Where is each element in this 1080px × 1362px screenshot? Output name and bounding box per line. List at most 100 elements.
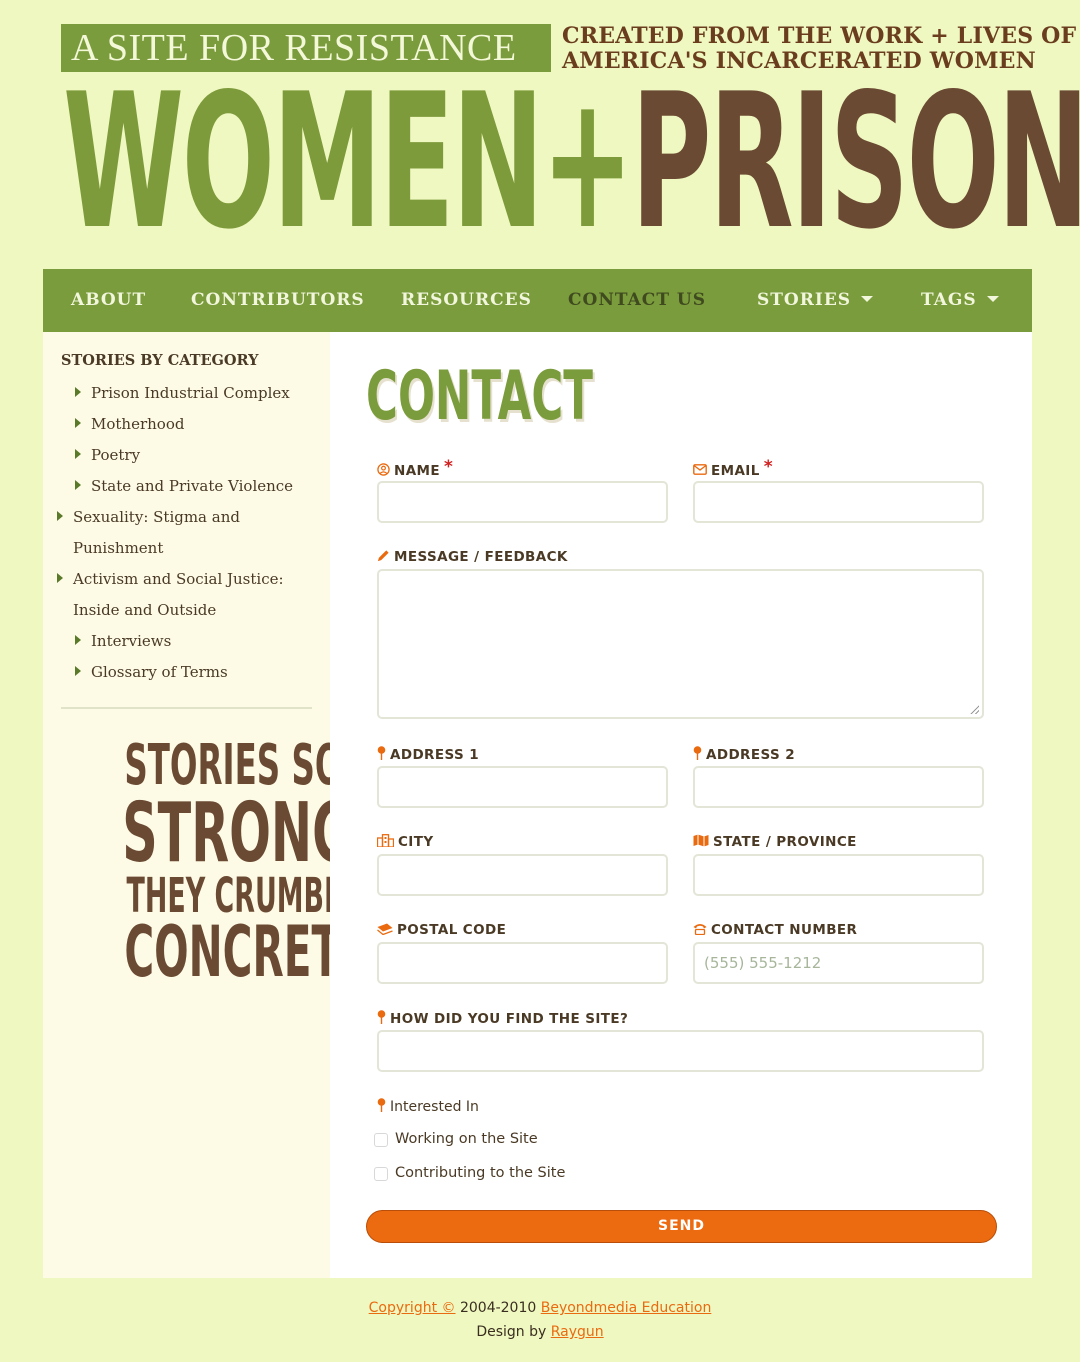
category-label: Motherhood bbox=[91, 415, 185, 433]
category-link[interactable]: Prison Industrial Complex bbox=[73, 378, 313, 409]
found-site-input[interactable] bbox=[377, 1030, 984, 1072]
address1-input[interactable] bbox=[377, 766, 668, 808]
stories-quote-graphic: STORIES SO STRONG THEY CRUMBLE CONCRETE bbox=[79, 737, 367, 993]
address2-label-text: ADDRESS 2 bbox=[706, 746, 796, 763]
city-icon bbox=[376, 834, 395, 850]
category-label: Sexuality: Stigma and Punishment bbox=[73, 508, 240, 557]
category-label: Activism and Social Justice: Inside and … bbox=[73, 570, 284, 619]
city-input[interactable] bbox=[377, 854, 668, 896]
copyright-link[interactable]: Copyright © bbox=[369, 1300, 456, 1316]
interested-label: Interested In bbox=[377, 1098, 479, 1115]
address1-label: ADDRESS 1 bbox=[377, 746, 479, 763]
map-pin-icon bbox=[377, 1098, 386, 1115]
postal-code-input[interactable] bbox=[377, 942, 668, 984]
interested-label-text: Interested In bbox=[390, 1098, 479, 1115]
category-label: Prison Industrial Complex bbox=[91, 384, 290, 402]
nav-contributors-label: CONTRIBUTORS bbox=[191, 290, 365, 310]
design-by-text: Design by bbox=[476, 1324, 547, 1340]
address2-input[interactable] bbox=[693, 766, 984, 808]
found-label-text: HOW DID YOU FIND THE SITE? bbox=[390, 1010, 629, 1027]
subtitle-line-1: CREATED FROM THE WORK + LIVES OF bbox=[562, 23, 1077, 49]
phone-label: CONTACT NUMBER bbox=[693, 922, 857, 938]
category-link[interactable]: Poetry bbox=[73, 440, 313, 471]
envelope-icon bbox=[693, 464, 707, 478]
message-textarea[interactable] bbox=[377, 569, 984, 719]
email-label: EMAIL * bbox=[693, 457, 773, 481]
category-link[interactable]: Interviews bbox=[73, 626, 313, 657]
map-icon bbox=[693, 834, 709, 850]
nav-tags-label: TAGS bbox=[921, 290, 977, 310]
triangle-right-icon bbox=[75, 480, 81, 490]
nav-resources-label: RESOURCES bbox=[401, 290, 532, 310]
name-label-text: NAME bbox=[394, 463, 441, 479]
phone-input[interactable]: (555) 555-1212 bbox=[693, 942, 984, 984]
working-option-label[interactable]: Working on the Site bbox=[395, 1131, 538, 1147]
city-label: CITY bbox=[376, 834, 434, 850]
triangle-right-icon bbox=[75, 666, 81, 676]
message-label-text: MESSAGE / FEEDBACK bbox=[394, 549, 568, 565]
state-input[interactable] bbox=[693, 854, 984, 896]
nav-tags-dropdown[interactable]: TAGS bbox=[921, 269, 999, 332]
send-button[interactable]: SEND bbox=[366, 1210, 997, 1243]
copyright-years: 2004-2010 bbox=[459, 1300, 537, 1316]
address2-label: ADDRESS 2 bbox=[693, 746, 795, 763]
triangle-right-icon bbox=[75, 635, 81, 645]
name-label: NAME * bbox=[377, 457, 453, 481]
nav-about[interactable]: ABOUT bbox=[71, 269, 146, 332]
address1-label-text: ADDRESS 1 bbox=[390, 746, 480, 763]
category-label: Poetry bbox=[91, 446, 141, 464]
found-label: HOW DID YOU FIND THE SITE? bbox=[377, 1010, 628, 1027]
postal-label-text: POSTAL CODE bbox=[397, 922, 507, 938]
city-label-text: CITY bbox=[398, 834, 434, 850]
working-checkbox[interactable] bbox=[374, 1133, 388, 1147]
required-mark: * bbox=[444, 457, 454, 477]
email-input[interactable] bbox=[693, 481, 984, 523]
triangle-right-icon bbox=[57, 573, 63, 583]
site-header: A SITE FOR RESISTANCE CREATED FROM THE W… bbox=[0, 0, 1080, 262]
map-pin-icon bbox=[377, 746, 386, 763]
site-logo[interactable]: WOMEN + PRISON bbox=[63, 53, 1080, 270]
page-title: CONTACT bbox=[366, 357, 593, 436]
category-link[interactable]: Sexuality: Stigma and Punishment bbox=[55, 502, 280, 564]
sidebar-divider bbox=[61, 707, 312, 709]
nav-contributors[interactable]: CONTRIBUTORS bbox=[191, 269, 365, 332]
nav-stories-dropdown[interactable]: STORIES bbox=[757, 269, 874, 332]
main-nav: ABOUT CONTRIBUTORS RESOURCES CONTACT US … bbox=[43, 269, 1032, 332]
contributing-option-label[interactable]: Contributing to the Site bbox=[395, 1165, 565, 1181]
state-label-text: STATE / PROVINCE bbox=[713, 834, 857, 850]
required-mark: * bbox=[763, 457, 774, 477]
caret-down-icon bbox=[986, 295, 999, 302]
email-label-text: EMAIL bbox=[711, 463, 760, 479]
category-link[interactable]: Glossary of Terms bbox=[73, 657, 313, 688]
main-content: CONTACT NAME * EMAIL * MESSAGE / FEEDBACK … bbox=[330, 332, 1032, 1278]
state-label: STATE / PROVINCE bbox=[693, 834, 857, 850]
category-label: Interviews bbox=[91, 632, 172, 650]
triangle-right-icon bbox=[57, 511, 63, 521]
design-credit-line: Design by Raygun bbox=[0, 1320, 1080, 1344]
logo-plus: + bbox=[541, 53, 634, 270]
category-link[interactable]: Motherhood bbox=[73, 409, 313, 440]
category-label: Glossary of Terms bbox=[91, 663, 228, 681]
copyright-line: Copyright © 2004-2010 Beyondmedia Educat… bbox=[0, 1296, 1080, 1320]
name-input[interactable] bbox=[377, 481, 668, 523]
beyondmedia-link[interactable]: Beyondmedia Education bbox=[541, 1300, 712, 1316]
raygun-link[interactable]: Raygun bbox=[551, 1324, 604, 1340]
pencil-icon bbox=[377, 549, 390, 565]
category-list: Prison Industrial Complex Motherhood Poe… bbox=[57, 378, 313, 688]
nav-stories-label: STORIES bbox=[757, 290, 852, 310]
nav-contact-us[interactable]: CONTACT US bbox=[568, 269, 706, 332]
contributing-checkbox[interactable] bbox=[374, 1167, 388, 1181]
resize-handle[interactable] bbox=[970, 705, 979, 714]
category-link[interactable]: Activism and Social Justice: Inside and … bbox=[55, 564, 295, 626]
phone-label-text: CONTACT NUMBER bbox=[711, 922, 858, 938]
nav-resources[interactable]: RESOURCES bbox=[401, 269, 532, 332]
quote-line-4: CONCRETE bbox=[124, 911, 367, 993]
message-label: MESSAGE / FEEDBACK bbox=[377, 549, 568, 565]
category-link[interactable]: State and Private Violence bbox=[73, 471, 313, 502]
map-pin-icon bbox=[377, 1010, 386, 1027]
triangle-right-icon bbox=[75, 449, 81, 459]
quote-line-2: STRONG bbox=[122, 786, 353, 881]
sidebar: STORIES BY CATEGORY Prison Industrial Co… bbox=[43, 332, 367, 1278]
postal-label: POSTAL CODE bbox=[377, 922, 506, 938]
sidebar-title: STORIES BY CATEGORY bbox=[61, 352, 259, 369]
